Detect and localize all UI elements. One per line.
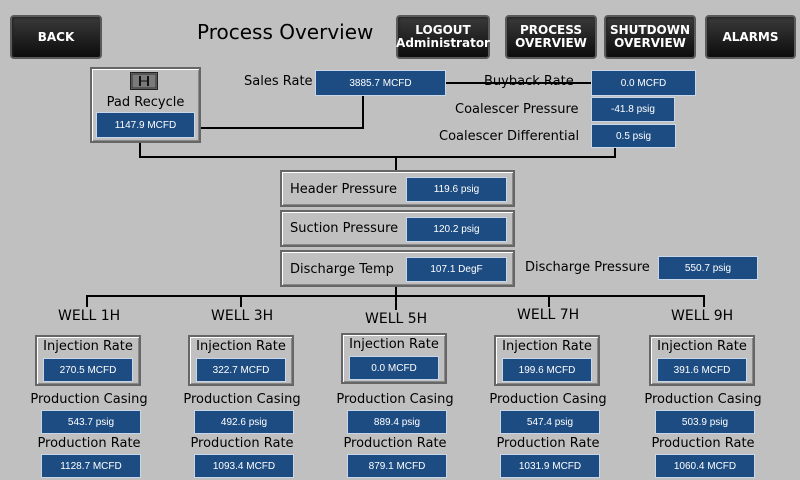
pipe-line [548, 295, 550, 307]
production-casing-label: Production Casing [644, 392, 762, 407]
injection-rate-label: Injection Rate [43, 339, 133, 354]
production-rate-label: Production Rate [343, 436, 447, 451]
well-9h-injection-panel: Injection Rate 391.6 MCFD [649, 335, 755, 386]
production-casing-label: Production Casing [489, 392, 607, 407]
header-pressure-label: Header Pressure [290, 182, 397, 197]
well-3h-injection-panel: Injection Rate 322.7 MCFD [188, 335, 294, 386]
valve-icon[interactable] [130, 72, 158, 90]
sales-rate-label: Sales Rate [244, 74, 313, 89]
well-3h-injection-rate: 322.7 MCFD [196, 358, 286, 382]
logout-button[interactable]: LOGOUT Administrator [396, 15, 490, 59]
page-title: Process Overview [197, 20, 374, 44]
production-casing-label: Production Casing [183, 392, 301, 407]
injection-rate-label: Injection Rate [657, 339, 747, 354]
shutdown-overview-label-2: OVERVIEW [614, 36, 686, 50]
shutdown-overview-button[interactable]: SHUTDOWN OVERVIEW [604, 15, 696, 59]
well-9h-production-casing: 503.9 psig [655, 410, 755, 434]
alarms-button-label: ALARMS [722, 29, 779, 44]
suction-pressure-label: Suction Pressure [290, 221, 399, 236]
pipe-line [240, 295, 242, 307]
process-overview-label-2: OVERVIEW [515, 36, 587, 50]
well-1h-injection-rate: 270.5 MCFD [43, 358, 133, 382]
back-button-label: BACK [37, 29, 75, 44]
well-7h-injection-rate: 199.6 MCFD [502, 358, 592, 382]
discharge-pressure-label: Discharge Pressure [525, 260, 650, 275]
pipe-line [86, 295, 88, 307]
well-7h-production-rate: 1031.9 MCFD [500, 454, 600, 478]
header-pressure-value: 119.6 psig [406, 177, 507, 202]
header-pressure-panel: Header Pressure 119.6 psig [280, 170, 515, 207]
coalescer-pressure-label: Coalescer Pressure [455, 102, 579, 117]
injection-rate-label: Injection Rate [349, 337, 439, 352]
well-5h-production-rate: 879.1 MCFD [347, 454, 447, 478]
pipe-line [200, 127, 363, 129]
logout-user-label: Administrator [396, 36, 490, 50]
well-5h-injection-rate: 0.0 MCFD [349, 356, 439, 380]
discharge-temp-label: Discharge Temp [290, 262, 394, 277]
injection-rate-label: Injection Rate [196, 339, 286, 354]
coalescer-pressure-value: -41.8 psig [591, 97, 675, 122]
well-1h-title: WELL 1H [58, 308, 121, 324]
well-9h-title: WELL 9H [671, 308, 734, 324]
alarms-button[interactable]: ALARMS [705, 15, 796, 59]
injection-rate-label: Injection Rate [502, 339, 592, 354]
pipe-line [395, 295, 397, 310]
production-rate-label: Production Rate [190, 436, 294, 451]
production-rate-label: Production Rate [496, 436, 600, 451]
buyback-rate-value: 0.0 MCFD [591, 70, 696, 96]
pipe-line [703, 295, 705, 307]
well-7h-title: WELL 7H [517, 307, 580, 323]
discharge-temp-value: 107.1 DegF [406, 257, 507, 282]
well-1h-injection-panel: Injection Rate 270.5 MCFD [35, 335, 141, 386]
well-1h-production-casing: 543.7 psig [41, 410, 141, 434]
suction-pressure-panel: Suction Pressure 120.2 psig [280, 210, 515, 247]
well-5h-injection-panel: Injection Rate 0.0 MCFD [341, 333, 447, 384]
well-7h-injection-panel: Injection Rate 199.6 MCFD [494, 335, 600, 386]
well-1h-production-rate: 1128.7 MCFD [41, 454, 141, 478]
well-3h-production-casing: 492.6 psig [194, 410, 294, 434]
sales-rate-value: 3885.7 MCFD [315, 70, 446, 96]
pad-recycle-value: 1147.9 MCFD [96, 112, 195, 138]
pad-recycle-label: Pad Recycle [106, 95, 185, 110]
well-5h-production-casing: 889.4 psig [347, 410, 447, 434]
process-overview-button[interactable]: PROCESS OVERVIEW [505, 15, 597, 59]
production-casing-label: Production Casing [336, 392, 454, 407]
well-3h-title: WELL 3H [211, 308, 274, 324]
coalescer-differential-label: Coalescer Differential [439, 129, 580, 144]
discharge-temp-panel: Discharge Temp 107.1 DegF [280, 250, 515, 287]
suction-pressure-value: 120.2 psig [406, 217, 507, 242]
production-casing-label: Production Casing [30, 392, 148, 407]
production-rate-label: Production Rate [37, 436, 141, 451]
well-9h-injection-rate: 391.6 MCFD [657, 358, 747, 382]
pad-recycle-panel: Pad Recycle 1147.9 MCFD [90, 67, 201, 143]
pipe-line [139, 156, 616, 158]
well-7h-production-casing: 547.4 psig [500, 410, 600, 434]
well-3h-production-rate: 1093.4 MCFD [194, 454, 294, 478]
well-5h-title: WELL 5H [365, 311, 428, 327]
buyback-rate-label: Buyback Rate [484, 74, 574, 89]
pipe-line [139, 143, 141, 157]
coalescer-differential-value: 0.5 psig [591, 124, 676, 148]
well-9h-production-rate: 1060.4 MCFD [655, 454, 755, 478]
discharge-pressure-value: 550.7 psig [658, 256, 758, 280]
back-button[interactable]: BACK [10, 15, 102, 59]
pipe-line [395, 156, 397, 171]
pipe-line [362, 95, 364, 129]
production-rate-label: Production Rate [651, 436, 755, 451]
